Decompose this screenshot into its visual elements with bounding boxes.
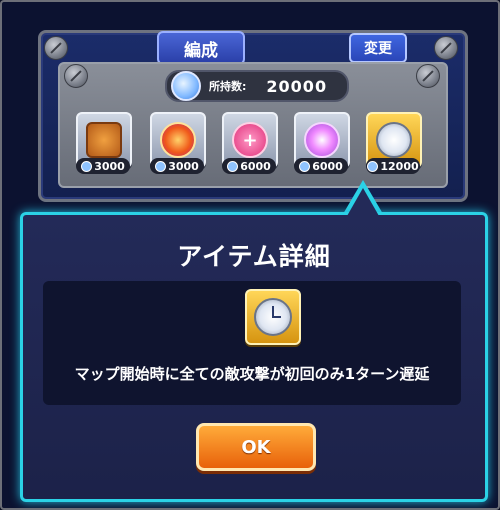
item-detail-dialog: アイテム詳細 マップ開始時に全ての敵攻撃が初回のみ1ターン遅延 OK [20, 212, 488, 502]
gem-icon [227, 160, 239, 172]
owned-label: 所持数: [209, 80, 247, 93]
gem-icon [155, 160, 167, 172]
cost-value: 12000 [380, 159, 419, 173]
item-cost: 3000 [150, 158, 204, 174]
game-frame: 編成 変更 所持数: 20000 3000 3000 + 6000 6000 1… [0, 0, 500, 510]
screw-icon [44, 36, 68, 60]
gem-icon [81, 160, 93, 172]
item-slot[interactable]: 3000 [74, 112, 132, 174]
item-cost: 3000 [76, 158, 130, 174]
fire-orb-icon [160, 122, 196, 158]
heart-plus-icon: + [232, 122, 268, 158]
change-button[interactable]: 変更 [349, 33, 407, 63]
item-slot-selected[interactable]: 12000 [364, 112, 422, 174]
item-list: 3000 3000 + 6000 6000 12000 [72, 112, 432, 180]
dialog-pointer-inner [347, 188, 379, 216]
dialog-body: マップ開始時に全ての敵攻撃が初回のみ1ターン遅延 [43, 281, 461, 405]
screw-icon [64, 64, 88, 88]
item-slot[interactable]: + 6000 [220, 112, 278, 174]
detail-item-box [245, 289, 301, 345]
item-cost: 6000 [294, 158, 348, 174]
cost-value: 3000 [94, 159, 125, 173]
sparkle-orb-icon [304, 122, 340, 158]
item-slot[interactable]: 3000 [148, 112, 206, 174]
ok-button[interactable]: OK [196, 423, 316, 471]
cost-value: 3000 [168, 159, 199, 173]
clock-delay-icon [376, 122, 412, 158]
cost-value: 6000 [240, 159, 271, 173]
item-cost: 6000 [222, 158, 276, 174]
item-slot[interactable]: 6000 [292, 112, 350, 174]
owned-value: 20000 [266, 76, 328, 96]
screw-icon [416, 64, 440, 88]
gem-icon [367, 160, 379, 172]
formation-tab[interactable]: 編成 [157, 31, 245, 65]
item-description: マップ開始時に全ての敵攻撃が初回のみ1ターン遅延 [74, 365, 430, 383]
dialog-title: アイテム詳細 [177, 242, 331, 271]
owned-count-bar: 所持数: 20000 [165, 70, 349, 102]
cost-value: 6000 [312, 159, 343, 173]
screw-icon [434, 36, 458, 60]
gem-icon [299, 160, 311, 172]
gem-icon [171, 71, 201, 101]
clock-hand-icon [272, 316, 281, 318]
item-cost: 12000 [366, 158, 420, 174]
clock-delay-icon [254, 298, 292, 336]
treasure-chest-icon [86, 122, 122, 158]
